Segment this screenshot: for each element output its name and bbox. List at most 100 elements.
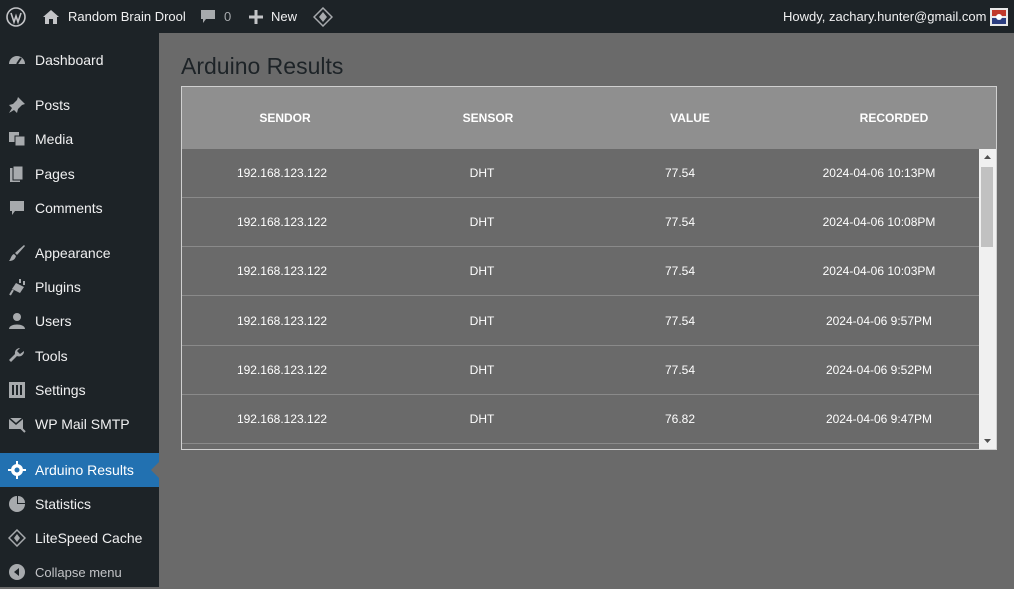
table-scrollbar[interactable] bbox=[979, 149, 996, 449]
settings-icon bbox=[8, 381, 26, 399]
cell-recorded: 2024-04-06 9:57PM bbox=[825, 314, 933, 328]
comments-count: 0 bbox=[224, 9, 232, 24]
menu-label: Users bbox=[35, 313, 72, 329]
page-title: Arduino Results bbox=[181, 53, 344, 79]
comment-bubble-icon bbox=[200, 9, 216, 24]
menu-label: Appearance bbox=[35, 245, 111, 261]
menu-item-appearance[interactable]: Appearance bbox=[0, 236, 159, 270]
column-header-value[interactable]: VALUE bbox=[590, 87, 790, 149]
menu-item-media[interactable]: Media bbox=[0, 122, 159, 156]
cell-sensor: DHT bbox=[469, 412, 495, 426]
mail-icon bbox=[8, 415, 26, 433]
menu-item-pages[interactable]: Pages bbox=[0, 157, 159, 191]
menu-label: Tools bbox=[35, 348, 68, 364]
my-account-link[interactable]: Howdy, zachary.hunter@gmail.com bbox=[783, 0, 986, 33]
menu-item-tools[interactable]: Tools bbox=[0, 339, 159, 373]
menu-label: Media bbox=[35, 131, 74, 147]
avatar[interactable] bbox=[990, 0, 1008, 33]
table-row: 192.168.123.122 DHT 77.54 2024-04-06 9:5… bbox=[182, 346, 979, 395]
table-row: 192.168.123.122 DHT 77.54 2024-04-06 10:… bbox=[182, 149, 979, 198]
cell-recorded: 2024-04-06 10:08PM bbox=[822, 215, 936, 229]
comment-icon bbox=[8, 199, 26, 217]
user-icon bbox=[8, 312, 26, 330]
menu-item-users[interactable]: Users bbox=[0, 304, 159, 338]
gear-icon bbox=[8, 461, 26, 479]
cell-sendor: 192.168.123.122 bbox=[236, 215, 328, 229]
howdy-text: Howdy, zachary.hunter@gmail.com bbox=[783, 9, 987, 24]
paintbrush-icon bbox=[8, 244, 26, 262]
menu-label: LiteSpeed Cache bbox=[35, 530, 143, 546]
new-content-link[interactable]: New bbox=[249, 0, 297, 33]
column-header-sendor[interactable]: SENDOR bbox=[185, 87, 385, 149]
plugin-icon bbox=[8, 278, 26, 296]
table-row: 192.168.123.122 DHT 77.54 2024-04-06 9:5… bbox=[182, 297, 979, 346]
cell-value: 77.54 bbox=[664, 363, 696, 377]
menu-item-arduino-results[interactable]: Arduino Results bbox=[0, 453, 159, 487]
site-name: Random Brain Drool bbox=[68, 9, 186, 24]
table-row: 192.168.123.122 DHT 77.54 2024-04-06 10:… bbox=[182, 198, 979, 247]
plus-icon bbox=[249, 9, 263, 24]
menu-label: Statistics bbox=[35, 496, 92, 512]
litespeed-icon bbox=[7, 528, 27, 548]
table-row: 192.168.123.122 DHT 77.54 2024-04-06 10:… bbox=[182, 247, 979, 296]
column-header-sensor[interactable]: SENSOR bbox=[388, 87, 588, 149]
scroll-down-arrow-icon[interactable] bbox=[979, 432, 996, 449]
menu-label: Settings bbox=[35, 382, 86, 398]
cell-recorded: 2024-04-06 9:52PM bbox=[825, 363, 933, 377]
pages-icon bbox=[8, 165, 26, 183]
cell-value: 76.82 bbox=[664, 412, 696, 426]
dashboard-icon bbox=[8, 51, 26, 69]
cell-recorded: 2024-04-06 10:13PM bbox=[822, 166, 936, 180]
table-header: SENDOR SENSOR VALUE RECORDED bbox=[182, 87, 996, 149]
column-header-recorded[interactable]: RECORDED bbox=[794, 87, 994, 149]
collapse-arrow-icon bbox=[8, 563, 26, 581]
menu-label: Dashboard bbox=[35, 52, 104, 68]
results-table: SENDOR SENSOR VALUE RECORDED 192.168.123… bbox=[181, 86, 997, 450]
menu-item-dashboard[interactable]: Dashboard bbox=[0, 43, 159, 77]
comments-link[interactable]: 0 bbox=[200, 0, 231, 33]
cell-value: 77.54 bbox=[664, 215, 696, 229]
cell-sendor: 192.168.123.122 bbox=[236, 314, 328, 328]
menu-item-comments[interactable]: Comments bbox=[0, 191, 159, 225]
litespeed-adminbar-icon[interactable] bbox=[313, 0, 333, 33]
menu-item-plugins[interactable]: Plugins bbox=[0, 270, 159, 304]
menu-label: WP Mail SMTP bbox=[35, 416, 130, 432]
wordpress-logo-icon[interactable] bbox=[6, 0, 26, 33]
table-row: 192.168.123.122 DHT 76.82 2024-04-06 9:4… bbox=[182, 395, 979, 444]
admin-bar: Random Brain Drool 0 New Howdy, zachary.… bbox=[0, 0, 1014, 33]
menu-label: Pages bbox=[35, 166, 75, 182]
scroll-up-arrow-icon[interactable] bbox=[979, 149, 996, 166]
menu-label: Arduino Results bbox=[35, 462, 134, 478]
cell-sensor: DHT bbox=[469, 166, 495, 180]
table-body: 192.168.123.122 DHT 77.54 2024-04-06 10:… bbox=[182, 149, 979, 449]
pushpin-icon bbox=[8, 96, 26, 114]
cell-sendor: 192.168.123.122 bbox=[236, 363, 328, 377]
new-label: New bbox=[271, 9, 298, 24]
cell-recorded: 2024-04-06 10:03PM bbox=[822, 264, 936, 278]
cell-sensor: DHT bbox=[469, 264, 495, 278]
cell-value: 77.54 bbox=[664, 314, 696, 328]
pie-chart-icon bbox=[8, 495, 26, 513]
cell-sensor: DHT bbox=[469, 363, 495, 377]
cell-value: 77.54 bbox=[664, 264, 696, 278]
collapse-menu-label: Collapse menu bbox=[35, 564, 122, 580]
menu-item-wp-mail-smtp[interactable]: WP Mail SMTP bbox=[0, 407, 159, 441]
menu-item-statistics[interactable]: Statistics bbox=[0, 487, 159, 521]
menu-label: Plugins bbox=[35, 279, 81, 295]
home-icon bbox=[42, 9, 60, 25]
site-name-link[interactable]: Random Brain Drool bbox=[42, 0, 186, 33]
collapse-menu-button[interactable]: Collapse menu bbox=[0, 555, 159, 589]
menu-item-settings[interactable]: Settings bbox=[0, 373, 159, 407]
menu-label: Posts bbox=[35, 97, 71, 113]
scrollbar-thumb[interactable] bbox=[981, 167, 993, 247]
media-icon bbox=[8, 130, 26, 148]
cell-sendor: 192.168.123.122 bbox=[236, 412, 328, 426]
cell-recorded: 2024-04-06 9:47PM bbox=[825, 412, 933, 426]
menu-label: Comments bbox=[35, 200, 103, 216]
cell-sensor: DHT bbox=[469, 215, 495, 229]
menu-item-posts[interactable]: Posts bbox=[0, 88, 159, 122]
cell-value: 77.54 bbox=[664, 166, 696, 180]
admin-sidebar: Dashboard Posts Media Pages Comments App… bbox=[0, 33, 159, 587]
cell-sendor: 192.168.123.122 bbox=[236, 264, 328, 278]
menu-item-litespeed-cache[interactable]: LiteSpeed Cache bbox=[0, 521, 159, 555]
